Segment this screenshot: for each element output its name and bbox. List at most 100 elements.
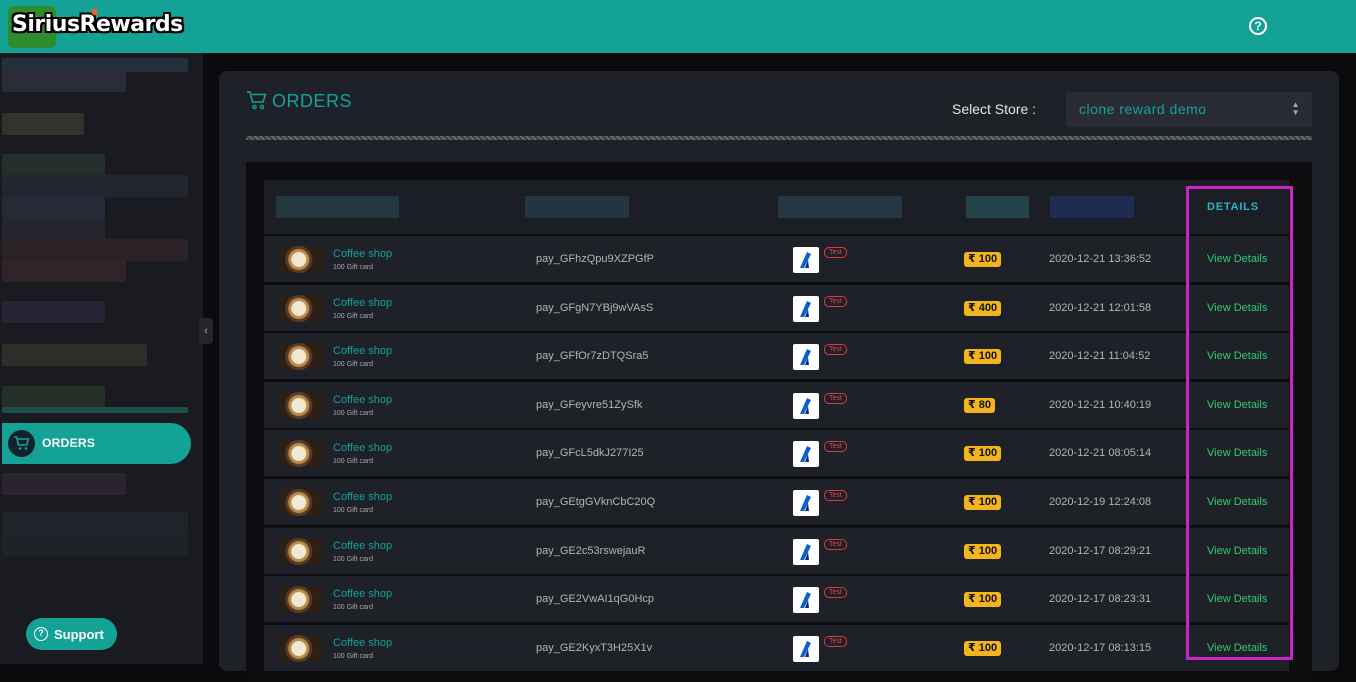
amount-badge: ₹ 100 [964, 640, 1002, 656]
table-row[interactable]: Coffee shop 100 Gift card pay_GFfOr7zDTQSr… [264, 333, 1289, 380]
orders-table: DETAILS Coffee shop 100 Gift card pay_GFhz… [246, 162, 1312, 682]
brand-logo[interactable]: SiriusRewards ✸ [8, 6, 188, 48]
sidebar: ORDERS ‹ [0, 53, 213, 664]
cart-icon [8, 430, 35, 457]
redacted-nav-item [2, 219, 105, 241]
amount-badge: ₹ 100 [964, 495, 1002, 510]
payment-id: pay_GFfOr7zDTQSra5 [536, 350, 649, 363]
redacted-nav-item [2, 260, 126, 282]
product-subtitle: 100 Gift card [333, 361, 374, 369]
amount-badge: ₹ 100 [964, 446, 1002, 462]
product-subtitle: 100 Gift card [333, 264, 374, 271]
top-bar: SiriusRewards ✸ ? [0, 0, 1356, 53]
table-row[interactable]: Coffee shop 100 Gift card pay_GFeyvre51ZyS… [264, 381, 1289, 428]
support-label: Support [54, 627, 104, 642]
table-row[interactable]: Coffee shop 100 Gift card pay_GFcL5dkJ277I… [264, 430, 1289, 477]
sidebar-collapse-toggle[interactable]: ‹ [199, 318, 213, 344]
coffee-cup-thumbnail [279, 634, 323, 662]
product-subtitle: 100 Gift card [333, 507, 374, 514]
redacted-nav-item [2, 301, 105, 323]
payment-id: pay_GFhzQpu9XZPGfP [536, 253, 654, 265]
order-date: 2020-12-21 11:04:52 [1049, 350, 1151, 363]
product-name[interactable]: Coffee shop [333, 540, 392, 552]
amount-badge: ₹ 400 [964, 300, 1002, 316]
payment-gateway-icon [793, 392, 819, 419]
test-mode-badge: Test [824, 247, 847, 258]
table-row[interactable]: Coffee shop 100 Gift card pay_GFhzQpu9XZPG… [264, 236, 1289, 282]
product-name[interactable]: Coffee shop [333, 491, 392, 503]
store-select[interactable]: clone reward demo ▲ ▼ [1066, 92, 1312, 127]
help-circle-icon: ? [34, 627, 48, 641]
table-row[interactable]: Coffee shop 100 Gift card pay_GEtgGVknCbC2… [264, 479, 1289, 525]
order-date: 2020-12-21 12:01:58 [1049, 301, 1152, 314]
redacted-nav-item [2, 239, 188, 261]
product-subtitle: 100 Gift card [333, 312, 374, 320]
redacted-nav-item [2, 386, 105, 408]
table-row[interactable]: Coffee shop 100 Gift card pay_GE2VwAI1qG0H… [264, 576, 1289, 623]
redacted-column-header [1050, 196, 1134, 218]
payment-gateway-icon [793, 247, 819, 273]
coffee-cup-thumbnail [279, 586, 323, 614]
test-mode-badge: Test [824, 344, 847, 356]
redacted-nav-item [2, 534, 188, 556]
help-circle-icon[interactable]: ? [1249, 17, 1267, 35]
test-mode-badge: Test [824, 587, 847, 599]
store-select-value: clone reward demo [1079, 101, 1207, 117]
product-name[interactable]: Coffee shop [333, 345, 392, 357]
table-row[interactable]: Coffee shop 100 Gift card pay_GFgN7YBj9wVA… [264, 284, 1289, 331]
order-date: 2020-12-17 08:23:31 [1049, 593, 1152, 606]
product-name[interactable]: Coffee shop [333, 248, 392, 260]
redacted-column-header [778, 196, 902, 218]
amount-badge: ₹ 80 [964, 397, 995, 413]
table-header: DETAILS [264, 180, 1289, 234]
view-details-link[interactable]: View Details [1207, 447, 1267, 459]
amount-badge: ₹ 100 [964, 252, 1002, 267]
view-details-link[interactable]: View Details [1207, 642, 1267, 654]
product-name[interactable]: Coffee shop [333, 637, 392, 649]
product-name[interactable]: Coffee shop [333, 394, 392, 406]
payment-gateway-icon [793, 587, 819, 614]
coffee-cup-thumbnail [279, 294, 323, 322]
redacted-nav-item [2, 473, 126, 495]
payment-gateway-icon [793, 538, 819, 565]
redacted-column-header [525, 196, 629, 218]
page-title: ORDERS [246, 91, 352, 112]
redacted-column-header [276, 196, 399, 218]
payment-gateway-icon [793, 295, 819, 322]
coffee-cup-thumbnail [279, 537, 323, 565]
table-row[interactable]: Coffee shop 100 Gift card pay_GE2c53rsweja… [264, 527, 1289, 574]
view-details-link[interactable]: View Details [1207, 350, 1267, 362]
order-date: 2020-12-17 08:29:21 [1049, 544, 1152, 557]
support-button[interactable]: ? Support [26, 618, 117, 650]
payment-gateway-icon [793, 441, 819, 468]
store-select-label: Select Store : [952, 101, 1037, 117]
select-arrows-icon: ▲ ▼ [1291, 100, 1300, 117]
product-name[interactable]: Coffee shop [333, 442, 392, 454]
product-name[interactable]: Coffee shop [333, 588, 392, 600]
section-divider [246, 136, 1312, 140]
payment-id: pay_GFcL5dkJ277I25 [536, 447, 644, 460]
view-details-link[interactable]: View Details [1207, 399, 1267, 411]
product-name[interactable]: Coffee shop [333, 297, 392, 309]
test-mode-badge: Test [824, 441, 847, 453]
sidebar-item-orders[interactable]: ORDERS [2, 423, 191, 464]
product-subtitle: 100 Gift card [333, 604, 374, 612]
view-details-link[interactable]: View Details [1207, 545, 1267, 557]
test-mode-badge: Test [824, 490, 847, 501]
view-details-link[interactable]: View Details [1207, 253, 1267, 265]
test-mode-badge: Test [824, 635, 847, 647]
redacted-column-header [966, 196, 1029, 218]
payment-id: pay_GE2KyxT3H25X1v [536, 641, 653, 654]
payment-id: pay_GFgN7YBj9wVAsS [536, 301, 654, 314]
view-details-link[interactable]: View Details [1207, 302, 1267, 314]
view-details-link[interactable]: View Details [1207, 593, 1267, 605]
amount-badge: ₹ 100 [964, 592, 1002, 608]
view-details-link[interactable]: View Details [1207, 496, 1267, 508]
redacted-nav-item [2, 512, 188, 534]
test-mode-badge: Test [824, 295, 847, 307]
redacted-nav-item [2, 154, 105, 176]
order-date: 2020-12-21 10:40:19 [1049, 398, 1152, 411]
coffee-cup-thumbnail [279, 246, 323, 273]
payment-id: pay_GE2c53rswejauR [536, 544, 646, 557]
orders-panel: ORDERS Select Store : clone reward demo … [219, 71, 1339, 682]
